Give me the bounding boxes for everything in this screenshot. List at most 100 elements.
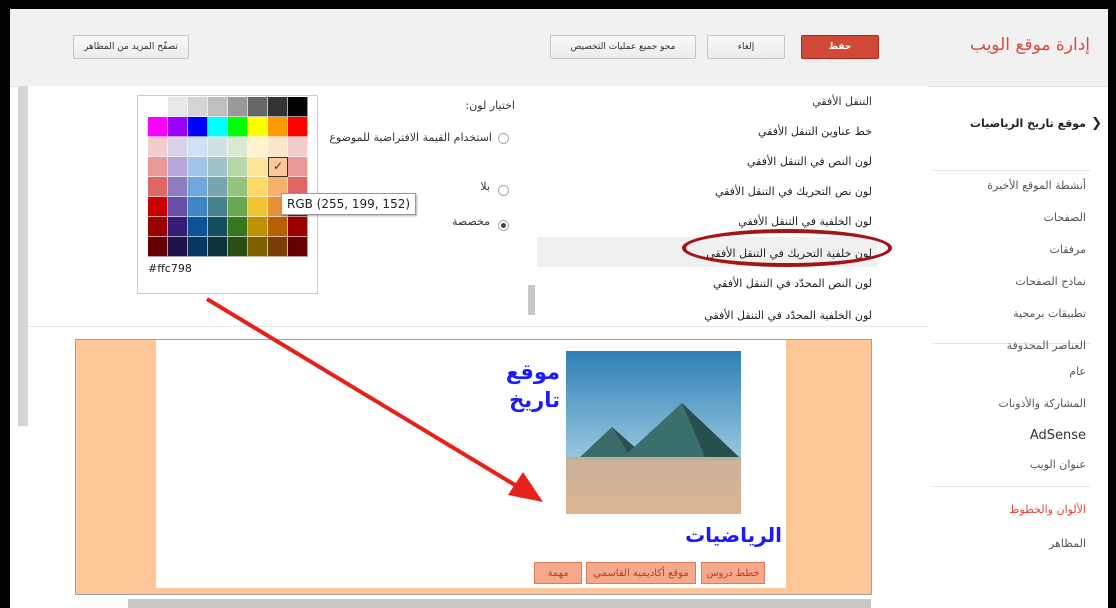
color-swatch[interactable] — [188, 217, 208, 237]
color-swatch[interactable] — [268, 117, 288, 137]
radio-button[interactable] — [498, 133, 509, 144]
color-swatch[interactable] — [188, 137, 208, 157]
color-swatch[interactable] — [288, 237, 308, 257]
color-swatch[interactable] — [168, 217, 188, 237]
color-swatch[interactable] — [208, 117, 228, 137]
color-swatch[interactable] — [248, 157, 268, 177]
color-swatch[interactable] — [168, 117, 188, 137]
color-swatch[interactable] — [228, 137, 248, 157]
site-preview — [75, 339, 872, 595]
preview-title-line1: موقع — [505, 360, 560, 384]
sidebar-item[interactable]: AdSense — [932, 428, 1108, 443]
cancel-button[interactable]: إلغاء — [707, 35, 785, 59]
color-swatch[interactable] — [268, 137, 288, 157]
sidebar-site-link[interactable]: موقع تاريخ الرياضيات ❮ — [932, 116, 1108, 131]
option-item[interactable]: لون النص في التنقل الأفقي — [542, 155, 872, 168]
color-swatch[interactable] — [168, 237, 188, 257]
sidebar-item[interactable]: المشاركة والأذونات — [932, 397, 1108, 410]
color-swatch[interactable] — [248, 217, 268, 237]
sidebar-item[interactable]: تطبيقات برمجية — [932, 307, 1108, 320]
sidebar-item[interactable]: نماذج الصفحات — [932, 275, 1108, 288]
default-radio[interactable] — [498, 128, 509, 147]
browse-themes-button[interactable]: تصفّح المزيد من المظاهر — [73, 35, 189, 59]
color-swatch[interactable] — [228, 237, 248, 257]
custom-radio[interactable] — [498, 215, 509, 234]
color-swatch[interactable]: ✓ — [268, 157, 288, 177]
color-swatch[interactable] — [188, 197, 208, 217]
sidebar-item[interactable]: الألوان والخطوط — [932, 503, 1108, 516]
color-swatch[interactable] — [248, 137, 268, 157]
save-button[interactable]: حفظ — [801, 35, 879, 59]
preview-nav-tab[interactable]: موقع أكاديمية القاسمي — [586, 562, 696, 584]
color-swatch[interactable] — [148, 177, 168, 197]
color-swatch[interactable] — [148, 137, 168, 157]
color-swatch[interactable] — [248, 237, 268, 257]
color-swatch[interactable] — [208, 157, 228, 177]
option-item[interactable]: خط عناوين التنقل الأفقي — [542, 125, 872, 138]
color-swatch[interactable] — [268, 217, 288, 237]
option-item[interactable]: لون الخلفية المحدّد في التنقل الأفقي — [542, 309, 872, 322]
sidebar-item[interactable]: أنشطة الموقع الأخيرة — [932, 179, 1108, 192]
color-swatch[interactable] — [148, 97, 168, 117]
color-swatch[interactable] — [168, 197, 188, 217]
color-swatch[interactable] — [228, 97, 248, 117]
color-swatch[interactable] — [188, 157, 208, 177]
clear-customizations-button[interactable]: محو جميع عمليات التخصيص — [550, 35, 696, 59]
color-swatch[interactable] — [148, 157, 168, 177]
preview-nav-tab[interactable]: خطط دروس — [701, 562, 765, 584]
option-item[interactable]: لون الخلفية في التنقل الأفقي — [542, 215, 872, 228]
radio-button[interactable] — [498, 185, 509, 196]
color-swatch[interactable] — [288, 217, 308, 237]
color-swatch[interactable] — [288, 137, 308, 157]
left-scrollbar[interactable] — [18, 86, 28, 426]
color-swatch[interactable] — [288, 157, 308, 177]
color-swatch[interactable] — [148, 237, 168, 257]
option-item[interactable]: لون نص التحريك في التنقل الأفقي — [542, 185, 872, 198]
radio-button[interactable] — [498, 220, 509, 231]
color-swatch[interactable] — [188, 97, 208, 117]
sidebar-item[interactable]: عام — [932, 365, 1108, 378]
color-swatch[interactable] — [228, 197, 248, 217]
color-swatch[interactable] — [168, 97, 188, 117]
color-swatch[interactable] — [148, 217, 168, 237]
options-scrollbar[interactable] — [528, 285, 535, 315]
color-swatch[interactable] — [168, 137, 188, 157]
sidebar-item[interactable]: المظاهر — [932, 537, 1108, 550]
color-swatch[interactable] — [208, 137, 228, 157]
sidebar-item[interactable]: عنوان الويب — [932, 458, 1108, 471]
bottom-scrollbar[interactable] — [128, 599, 871, 608]
color-swatch[interactable] — [268, 97, 288, 117]
color-swatch[interactable] — [288, 117, 308, 137]
color-swatch[interactable] — [288, 97, 308, 117]
sidebar-divider — [932, 486, 1090, 487]
color-swatch[interactable] — [248, 97, 268, 117]
sidebar-item[interactable]: العناصر المحذوفة — [932, 339, 1108, 352]
color-swatch[interactable] — [188, 117, 208, 137]
color-swatch[interactable] — [208, 217, 228, 237]
color-swatch[interactable] — [248, 197, 268, 217]
sidebar-item[interactable]: الصفحات — [932, 211, 1108, 224]
sidebar-item[interactable]: مرفقات — [932, 243, 1108, 256]
color-swatch[interactable] — [188, 177, 208, 197]
color-swatch[interactable] — [248, 177, 268, 197]
color-swatch[interactable] — [208, 97, 228, 117]
color-swatch[interactable] — [148, 197, 168, 217]
color-swatch[interactable] — [228, 157, 248, 177]
color-swatch[interactable] — [168, 177, 188, 197]
color-swatch[interactable] — [208, 177, 228, 197]
color-swatch[interactable] — [268, 237, 288, 257]
preview-nav-tab[interactable]: مهمة — [534, 562, 582, 584]
page-title: إدارة موقع الويب — [969, 35, 1090, 55]
color-swatch[interactable] — [208, 237, 228, 257]
color-swatch[interactable] — [208, 197, 228, 217]
color-swatch[interactable] — [148, 117, 168, 137]
color-swatch[interactable] — [248, 117, 268, 137]
color-swatch[interactable] — [168, 157, 188, 177]
none-radio[interactable] — [498, 180, 509, 199]
color-swatch[interactable] — [228, 117, 248, 137]
option-item[interactable]: لون النص المحدّد في التنقل الأفقي — [542, 277, 872, 290]
hex-value[interactable]: #ffc798 — [148, 262, 192, 275]
color-swatch[interactable] — [228, 177, 248, 197]
color-swatch[interactable] — [228, 217, 248, 237]
color-swatch[interactable] — [188, 237, 208, 257]
